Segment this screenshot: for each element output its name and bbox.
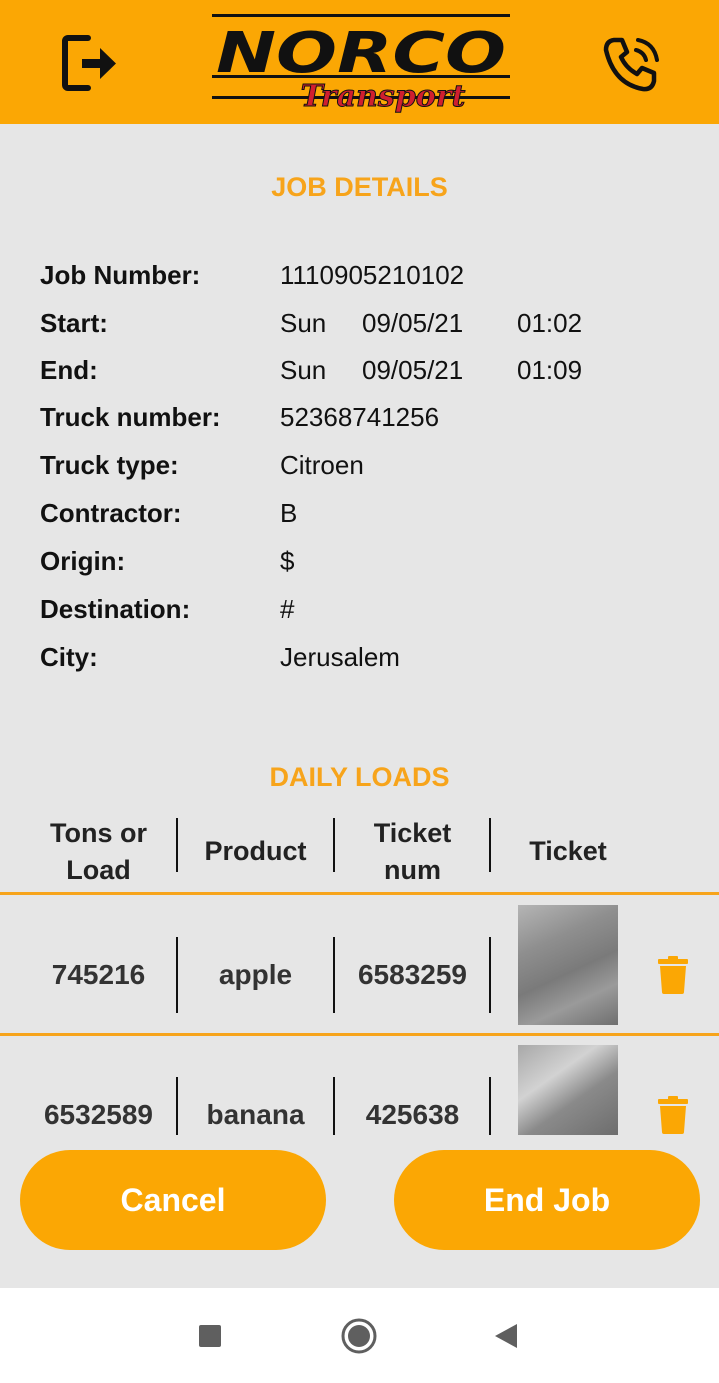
detail-truck-number: Truck number: 52368741256 xyxy=(40,402,680,442)
column-divider xyxy=(333,1077,335,1135)
trash-icon[interactable] xyxy=(658,1096,688,1134)
cancel-button[interactable]: Cancel xyxy=(20,1150,326,1250)
column-divider xyxy=(176,937,178,1013)
content-area: JOB DETAILS Job Number: 1110905210102 St… xyxy=(0,124,719,1288)
cell-ticket-num: 6583259 xyxy=(357,959,467,990)
row-divider xyxy=(0,892,719,895)
truck-type-value: Citroen xyxy=(280,450,364,480)
cell-product: apple xyxy=(218,959,293,990)
detail-contractor: Contractor: B xyxy=(40,498,680,538)
start-day: Sun xyxy=(280,308,327,338)
daily-loads-title: DAILY LOADS xyxy=(269,762,450,792)
detail-start: Start: Sun 09/05/21 01:02 xyxy=(40,308,680,348)
detail-label: End: xyxy=(40,355,98,385)
app-header: NORCO Transport xyxy=(0,0,719,124)
cell-ticket-num: 425638 xyxy=(365,1099,460,1130)
detail-label: City: xyxy=(40,642,98,672)
end-time: 01:09 xyxy=(517,355,583,385)
destination-value: # xyxy=(280,594,295,624)
home-icon[interactable] xyxy=(340,1317,378,1355)
logo-sub-text: Transport xyxy=(301,79,466,114)
detail-city: City: Jerusalem xyxy=(40,642,680,682)
detail-label: Start: xyxy=(40,308,108,338)
detail-label: Destination: xyxy=(40,594,191,624)
col-header-ticket-num: Ticket num xyxy=(373,818,452,885)
detail-label: Job Number: xyxy=(40,260,201,290)
detail-label: Truck type: xyxy=(40,450,179,480)
truck-number-value: 52368741256 xyxy=(280,402,440,432)
column-divider xyxy=(489,937,491,1013)
column-divider xyxy=(176,818,178,872)
logout-icon[interactable] xyxy=(60,32,120,94)
column-divider xyxy=(489,818,491,872)
ticket-image-thumbnail[interactable] xyxy=(518,905,618,1025)
column-divider xyxy=(333,937,335,1013)
column-divider xyxy=(489,1077,491,1135)
column-divider xyxy=(176,1077,178,1135)
logo-main-text: NORCO xyxy=(216,21,506,86)
column-divider xyxy=(333,818,335,872)
cell-tons: 6532589 xyxy=(43,1099,153,1130)
detail-label: Origin: xyxy=(40,546,126,576)
col-header-tons: Tons or Load xyxy=(50,818,147,885)
detail-destination: Destination: # xyxy=(40,594,680,634)
row-divider xyxy=(0,1033,719,1036)
col-header-product: Product xyxy=(204,836,307,866)
cell-tons: 745216 xyxy=(51,959,146,990)
system-nav-bar xyxy=(0,1288,719,1383)
detail-truck-type: Truck type: Citroen xyxy=(40,450,680,490)
city-value: Jerusalem xyxy=(280,642,400,672)
contractor-value: B xyxy=(280,498,298,528)
phone-icon[interactable] xyxy=(600,34,662,94)
end-job-button[interactable]: End Job xyxy=(394,1150,700,1250)
trash-icon[interactable] xyxy=(658,956,688,994)
detail-end: End: Sun 09/05/21 01:09 xyxy=(40,355,680,395)
start-date: 09/05/21 xyxy=(362,308,464,338)
ticket-image-thumbnail[interactable] xyxy=(518,1045,618,1135)
back-icon[interactable] xyxy=(495,1324,517,1348)
end-day: Sun xyxy=(280,355,327,385)
cell-product: banana xyxy=(206,1099,305,1130)
norco-logo: NORCO Transport xyxy=(208,14,514,114)
detail-job-number: Job Number: 1110905210102 xyxy=(40,260,680,300)
job-number-value: 1110905210102 xyxy=(280,260,465,290)
detail-label: Contractor: xyxy=(40,498,182,528)
col-header-ticket: Ticket xyxy=(529,836,607,866)
origin-value: $ xyxy=(280,546,295,576)
job-details-title: JOB DETAILS xyxy=(271,172,448,202)
detail-label: Truck number: xyxy=(40,402,221,432)
start-time: 01:02 xyxy=(517,308,583,338)
end-date: 09/05/21 xyxy=(362,355,464,385)
detail-origin: Origin: $ xyxy=(40,546,680,586)
recent-apps-icon[interactable] xyxy=(199,1325,221,1347)
